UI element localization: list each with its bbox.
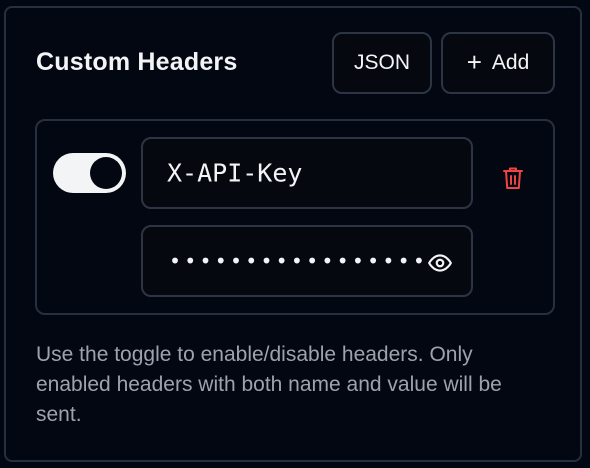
toggle-knob — [90, 157, 122, 189]
help-text: Use the toggle to enable/disable headers… — [36, 343, 502, 426]
json-button-label: JSON — [353, 51, 410, 74]
json-button[interactable]: JSON — [332, 32, 432, 94]
header-name-value: X-API-Key — [167, 158, 303, 188]
eye-icon[interactable] — [427, 250, 453, 276]
trash-icon[interactable] — [501, 165, 525, 191]
header-enabled-toggle[interactable] — [53, 153, 126, 193]
header-value-masked: ••••••••••••••••• — [169, 249, 429, 273]
header-value-input[interactable]: ••••••••••••••••• — [141, 225, 473, 297]
add-button-label: Add — [491, 51, 530, 74]
section-title: Custom Headers — [36, 48, 238, 76]
plus-icon: + — [466, 47, 482, 77]
header-name-input[interactable]: X-API-Key — [141, 137, 473, 209]
add-header-button[interactable]: + Add — [441, 32, 555, 94]
